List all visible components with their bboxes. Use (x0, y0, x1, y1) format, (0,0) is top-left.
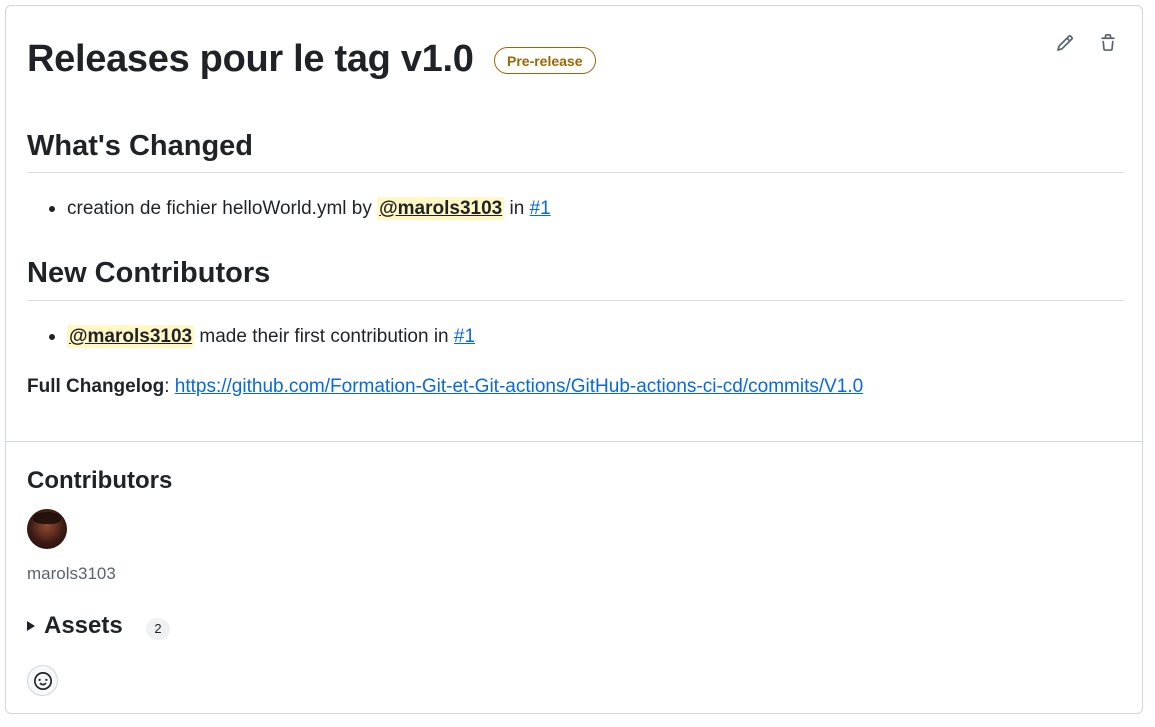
smiley-icon (33, 671, 52, 690)
user-mention-link[interactable]: @marols3103 (377, 197, 505, 220)
release-card: Releases pour le tag v1.0 Pre-release Wh… (5, 5, 1143, 714)
heading-divider (27, 172, 1124, 173)
add-reaction-button[interactable] (27, 665, 58, 696)
assets-toggle[interactable]: Assets (27, 611, 123, 641)
contributor-name[interactable]: marols3103 (27, 563, 116, 585)
list-item-text: creation de fichier helloWorld.yml by (67, 198, 378, 219)
disclosure-triangle-icon (27, 621, 35, 631)
release-title: Releases pour le tag v1.0 (27, 38, 474, 80)
list-item: @marols3103 made their first contributio… (49, 324, 475, 350)
changelog-label: Full Changelog (27, 376, 165, 397)
heading-divider (27, 300, 1124, 301)
bullet (49, 206, 55, 212)
pull-request-link[interactable]: #1 (454, 326, 475, 347)
pull-request-link[interactable]: #1 (530, 198, 551, 219)
bullet (49, 334, 55, 340)
avatar[interactable] (27, 509, 67, 549)
contributors-heading: Contributors (27, 467, 173, 494)
user-mention-link[interactable]: @marols3103 (67, 325, 195, 348)
release-body-section: Releases pour le tag v1.0 Pre-release Wh… (6, 6, 1142, 442)
full-changelog: Full Changelog: https://github.com/Forma… (27, 374, 863, 400)
new-contributors-heading: New Contributors (27, 257, 271, 289)
edit-release-button[interactable] (1054, 32, 1076, 54)
changelog-link[interactable]: https://github.com/Formation-Git-et-Git-… (175, 376, 863, 397)
pencil-icon (1057, 35, 1073, 51)
changelog-separator: : (164, 376, 175, 397)
list-item-text: in (504, 198, 530, 219)
assets-label: Assets (44, 612, 123, 639)
list-item-text: made their first contribution in (194, 326, 454, 347)
delete-release-button[interactable] (1097, 32, 1119, 54)
trash-icon (1101, 34, 1115, 51)
list-item: creation de fichier helloWorld.yml by @m… (49, 196, 551, 222)
whats-changed-heading: What's Changed (27, 130, 254, 162)
pre-release-badge: Pre-release (494, 47, 596, 74)
assets-count-badge: 2 (146, 618, 170, 640)
